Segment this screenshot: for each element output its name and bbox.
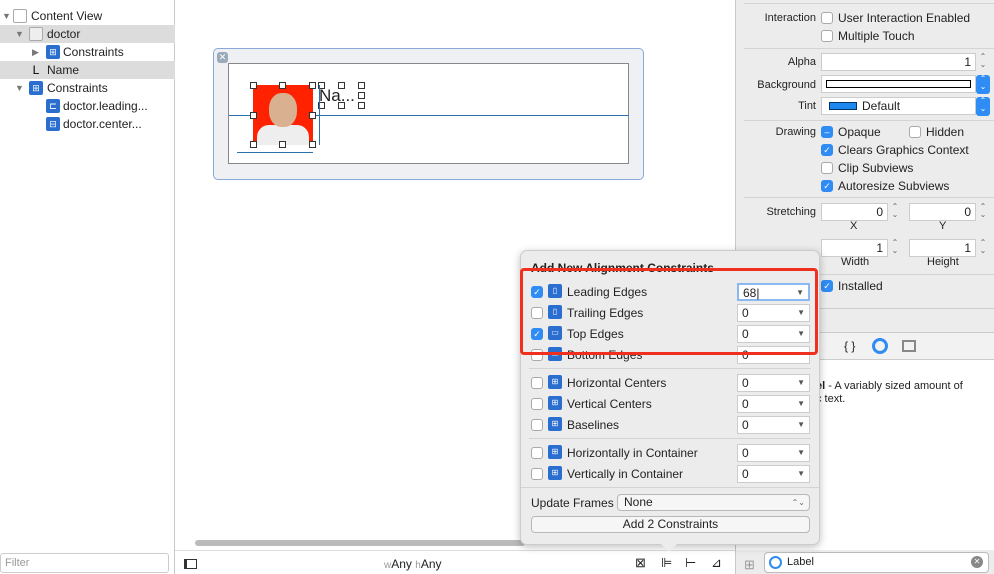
library-search-input[interactable]: Label ✕ xyxy=(764,552,989,573)
vertically-in-container-icon: ⊞ xyxy=(548,466,562,480)
outline-item-constraint[interactable]: ⊟ doctor.center... xyxy=(0,115,175,133)
hidden-checkbox[interactable] xyxy=(909,126,921,138)
pin-icon[interactable]: ⊢ xyxy=(685,555,696,571)
horizontal-centers-checkbox[interactable] xyxy=(531,377,543,389)
document-outline: ▼ Content View ▼ doctor ▶ ⊞ Constraints … xyxy=(0,0,175,574)
disclosure-triangle-icon[interactable]: ▼ xyxy=(15,79,24,97)
doctor-image-view[interactable] xyxy=(253,85,313,145)
canvas-bottom-bar: wAny hAny ⊠ ⊫ ⊢ ⊿ xyxy=(175,550,735,574)
stretch-width-field[interactable]: 1 xyxy=(821,239,888,257)
disclosure-triangle-icon[interactable]: ▼ xyxy=(2,7,11,25)
resize-handle[interactable] xyxy=(358,92,365,99)
horizontal-centers-icon: ⊞ xyxy=(548,375,562,389)
stepper[interactable]: ⌃ ⌄ xyxy=(978,239,988,257)
horizontal-scrollbar[interactable] xyxy=(195,540,525,546)
vertical-centers-value[interactable]: 0 ▼ xyxy=(737,395,810,413)
stretch-y-field[interactable]: 0 xyxy=(909,203,976,221)
clear-search-icon[interactable]: ✕ xyxy=(971,556,983,568)
image-view-icon xyxy=(29,27,43,41)
alpha-stepper[interactable]: ⌃ ⌄ xyxy=(978,53,988,71)
background-popup[interactable] xyxy=(821,75,976,93)
horizontally-in-container-checkbox[interactable] xyxy=(531,447,543,459)
stretch-height-field[interactable]: 1 xyxy=(909,239,976,257)
stepper[interactable]: ⌃ ⌄ xyxy=(890,203,900,221)
view-icon xyxy=(13,9,27,23)
grid-view-icon[interactable]: ⊞ xyxy=(744,557,755,573)
name-label[interactable]: Na... xyxy=(319,86,355,106)
update-frames-popup[interactable]: None ⌃⌄ xyxy=(617,494,810,511)
vertically-in-container-value[interactable]: 0 ▼ xyxy=(737,465,810,483)
vertically-in-container-checkbox[interactable] xyxy=(531,468,543,480)
object-library-icon[interactable] xyxy=(872,338,888,354)
horizontally-in-container-icon: ⊞ xyxy=(548,445,562,459)
resize-handle[interactable] xyxy=(358,102,365,109)
constraints-icon: ⊞ xyxy=(29,81,43,95)
code-snippet-icon[interactable]: { } xyxy=(844,339,855,353)
horizontal-centers-value[interactable]: 0 ▼ xyxy=(737,374,810,392)
photo-face xyxy=(269,93,297,127)
popover-arrow xyxy=(661,544,677,552)
multiple-touch-checkbox[interactable] xyxy=(821,30,833,42)
filter-input[interactable]: Filter xyxy=(0,553,169,573)
outline-item-doctor[interactable]: ▼ doctor xyxy=(0,25,175,43)
outline-item-name[interactable]: L Name xyxy=(0,61,175,79)
object-icon xyxy=(769,556,782,569)
outline-item-content-view[interactable]: ▼ Content View xyxy=(0,7,175,25)
vertically-in-container-row[interactable]: ⊞ Vertically in Container 0 ▼ xyxy=(521,464,819,485)
disclosure-triangle-icon[interactable]: ▼ xyxy=(15,25,24,43)
constraints-icon: ⊞ xyxy=(46,45,60,59)
opaque-checkbox[interactable]: – xyxy=(821,126,833,138)
align-icon[interactable]: ⊫ xyxy=(661,555,672,571)
stretch-x-field[interactable]: 0 xyxy=(821,203,888,221)
update-frames-icon[interactable]: ⊠ xyxy=(635,555,646,571)
width-constraint-line xyxy=(237,152,313,153)
highlight-annotation xyxy=(520,268,818,355)
size-class-selector[interactable]: wAny hAny xyxy=(384,557,442,571)
resolve-issues-icon[interactable]: ⊿ xyxy=(711,555,722,571)
height-constraint-line xyxy=(319,85,320,145)
resize-handle[interactable] xyxy=(358,82,365,89)
installed-checkbox[interactable]: ✓ xyxy=(821,280,833,292)
clears-graphics-checkbox[interactable]: ✓ xyxy=(821,144,833,156)
constraint-icon: ⊟ xyxy=(46,117,60,131)
resize-handle[interactable] xyxy=(250,82,257,89)
outline-item-constraints[interactable]: ▶ ⊞ Constraints xyxy=(0,43,175,61)
vertical-centers-checkbox[interactable] xyxy=(531,398,543,410)
baselines-value[interactable]: 0 ▼ xyxy=(737,416,810,434)
user-interaction-checkbox[interactable] xyxy=(821,12,833,24)
vertical-centers-icon: ⊞ xyxy=(548,396,562,410)
horizontally-in-container-row[interactable]: ⊞ Horizontally in Container 0 ▼ xyxy=(521,443,819,464)
resize-handle[interactable] xyxy=(309,82,316,89)
resize-handle[interactable] xyxy=(250,112,257,119)
resize-handle[interactable] xyxy=(279,82,286,89)
baselines-checkbox[interactable] xyxy=(531,419,543,431)
close-scene-icon[interactable]: ✕ xyxy=(217,52,228,63)
toggle-outline-icon[interactable] xyxy=(184,559,197,569)
autoresize-subviews-checkbox[interactable]: ✓ xyxy=(821,180,833,192)
popup-arrows-icon[interactable]: ⌃ ⌄ xyxy=(976,97,990,116)
media-library-icon[interactable] xyxy=(902,340,916,352)
horizontally-in-container-value[interactable]: 0 ▼ xyxy=(737,444,810,462)
clip-subviews-checkbox[interactable] xyxy=(821,162,833,174)
constraint-icon: ⊏ xyxy=(46,99,60,113)
outline-item-constraint[interactable]: ⊏ doctor.leading... xyxy=(0,97,175,115)
vertical-centers-row[interactable]: ⊞ Vertical Centers 0 ▼ xyxy=(521,394,819,415)
stepper[interactable]: ⌃ ⌄ xyxy=(978,203,988,221)
outline-item-constraints[interactable]: ▼ ⊞ Constraints xyxy=(0,79,175,97)
resize-handle[interactable] xyxy=(309,141,316,148)
label-icon: L xyxy=(32,63,40,77)
popup-arrows-icon[interactable]: ⌃ ⌄ xyxy=(976,75,990,94)
stepper[interactable]: ⌃ ⌄ xyxy=(890,239,900,257)
horizontal-centers-row[interactable]: ⊞ Horizontal Centers 0 ▼ xyxy=(521,373,819,394)
tint-swatch xyxy=(829,102,857,110)
resize-handle[interactable] xyxy=(250,141,257,148)
baselines-icon: ⊞ xyxy=(548,417,562,431)
disclosure-triangle-icon[interactable]: ▶ xyxy=(32,43,39,61)
baselines-row[interactable]: ⊞ Baselines 0 ▼ xyxy=(521,415,819,436)
alpha-field[interactable]: 1 xyxy=(821,53,976,71)
add-constraints-button[interactable]: Add 2 Constraints xyxy=(531,516,810,533)
resize-handle[interactable] xyxy=(309,112,316,119)
resize-handle[interactable] xyxy=(279,141,286,148)
